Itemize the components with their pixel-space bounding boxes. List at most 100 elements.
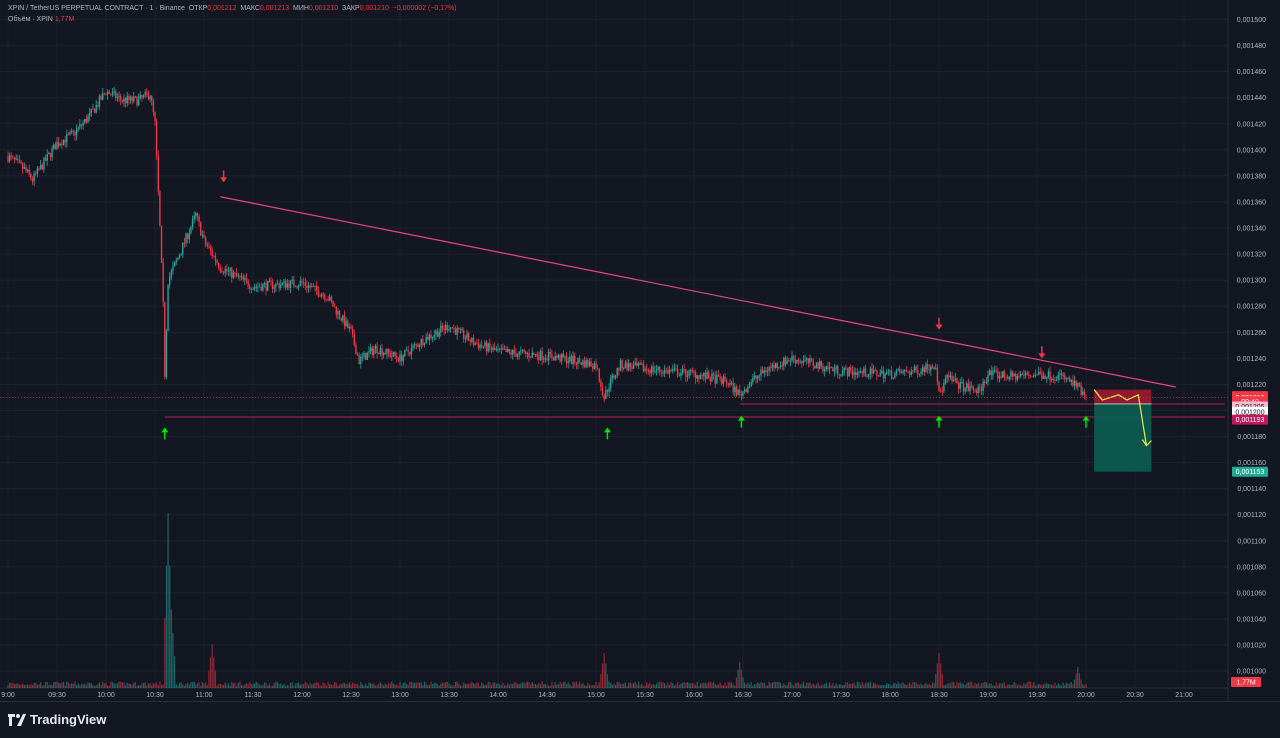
volume-bar — [482, 683, 484, 688]
volume-bar — [17, 683, 19, 688]
candle-body — [289, 280, 292, 289]
candle-body — [298, 285, 300, 287]
volume-bar — [608, 681, 610, 688]
volume-bar — [218, 684, 220, 688]
candle-body — [316, 285, 318, 291]
candle-body — [928, 368, 930, 371]
candle-body — [49, 152, 52, 158]
candle-body — [435, 331, 437, 335]
x-tick-label: 13:30 — [440, 692, 458, 699]
volume-bar — [838, 684, 840, 688]
volume-bar — [281, 685, 283, 688]
volume-bar — [525, 683, 527, 688]
volume-bar — [276, 682, 279, 688]
volume-bar — [615, 685, 617, 688]
candle-body — [387, 348, 390, 353]
candle-body — [995, 369, 997, 372]
chart-container[interactable]: 0,001500 0,001480 0,001460 0,001440 0,001420… — [0, 0, 1280, 737]
volume-bar — [740, 669, 742, 688]
candle-body — [1028, 374, 1030, 376]
volume-bar — [935, 674, 937, 688]
candle-body — [544, 358, 547, 360]
candle-body — [234, 272, 236, 274]
candle-body — [997, 371, 999, 379]
candle-body — [546, 358, 548, 361]
volume-legend-label[interactable]: Объём · XPIN — [8, 16, 53, 23]
candle-body — [716, 375, 718, 384]
up-arrow-marker — [161, 427, 169, 440]
volume-bar — [193, 681, 195, 688]
candle-body — [745, 389, 747, 393]
arrow-head — [737, 415, 745, 421]
candle-body — [472, 337, 475, 345]
volume-bar — [98, 682, 101, 688]
volume-bar — [549, 685, 551, 688]
volume-bar — [819, 685, 821, 688]
candle-body — [25, 167, 27, 171]
volume-bar — [944, 685, 947, 688]
volume-bar — [933, 683, 935, 688]
volume-bar — [650, 685, 653, 688]
volume-bar — [352, 682, 354, 688]
candle-body — [250, 289, 253, 290]
candle-body — [739, 390, 741, 394]
candle-body — [549, 351, 551, 354]
candle-body — [907, 371, 909, 373]
volume-bar — [613, 683, 615, 688]
candle-body — [363, 353, 365, 357]
symbol-title[interactable]: XPIN / TetherUS PERPETUAL CONTRACT · 1 ·… — [8, 5, 185, 12]
candle-body — [1006, 377, 1009, 380]
candle-body — [899, 369, 901, 372]
arrow-head — [220, 177, 228, 183]
volume-bar — [665, 685, 667, 688]
volume-bar — [414, 682, 416, 688]
candle-body — [108, 91, 110, 94]
volume-bar — [990, 683, 992, 688]
candle-body — [912, 371, 914, 373]
volume-bar — [662, 682, 664, 688]
candle-body — [748, 385, 751, 387]
candle-body — [1015, 373, 1017, 380]
candle-body — [1036, 374, 1038, 376]
price-chart[interactable]: 0,001500 0,001480 0,001460 0,001440 0,001420… — [0, 0, 1280, 701]
candle-body — [608, 387, 610, 392]
volume-bar — [729, 682, 731, 688]
candle-body — [61, 143, 63, 145]
volume-bar — [67, 682, 70, 688]
candle-body — [170, 270, 173, 277]
volume-bar — [1016, 685, 1018, 688]
candle-body — [1019, 373, 1022, 377]
candle-body — [36, 168, 39, 174]
volume-bar — [495, 684, 497, 688]
volume-bar — [182, 684, 184, 688]
volume-bar — [958, 683, 960, 688]
candle-body — [683, 368, 685, 370]
candle-body — [610, 378, 612, 388]
volume-bar — [139, 685, 141, 688]
volume-bar — [240, 684, 243, 688]
candle-body — [696, 375, 698, 379]
volume-bar — [922, 685, 924, 688]
candle-body — [15, 158, 17, 160]
candle-body — [719, 376, 721, 379]
candle-body — [118, 96, 120, 98]
candle-body — [209, 246, 212, 251]
candle-body — [44, 157, 47, 161]
volume-bar — [628, 682, 630, 688]
candle-body — [361, 356, 364, 358]
volume-bar — [459, 685, 462, 688]
volume-bar — [762, 683, 764, 688]
candle-body — [141, 95, 143, 98]
volume-bar — [144, 682, 146, 688]
candle-body — [124, 98, 127, 104]
volume-bar — [693, 683, 695, 688]
volume-bar — [92, 685, 94, 688]
volume-bar — [234, 682, 236, 688]
candle-body — [461, 328, 463, 331]
candle-body — [134, 96, 137, 98]
volume-bar — [1064, 685, 1066, 688]
open-value: 0,001212 — [207, 5, 237, 12]
brand[interactable]: TradingView — [8, 712, 106, 727]
volume-bar — [397, 685, 399, 688]
candle-body — [917, 370, 919, 375]
